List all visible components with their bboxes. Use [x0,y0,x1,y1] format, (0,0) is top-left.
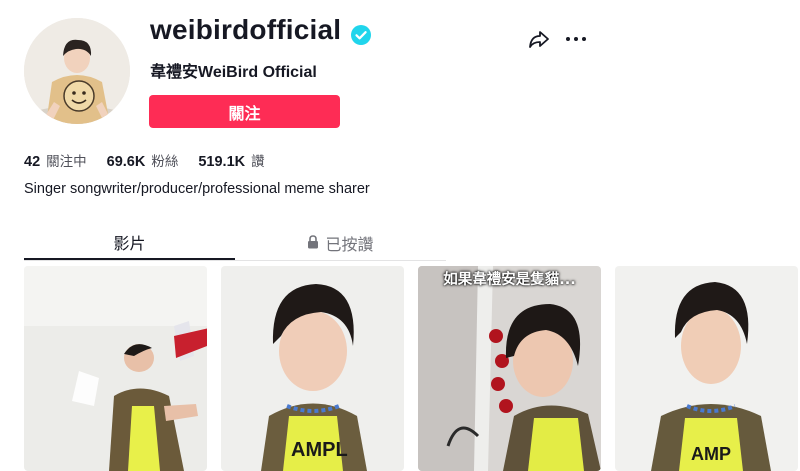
likes-stat: 519.1K 讚 [198,150,264,170]
svg-text:AMP: AMP [691,444,731,464]
profile-nickname: 韋禮安WeiBird Official [150,64,317,81]
video-caption: 如果韋禮安是隻貓... [443,272,576,288]
video-thumbnail[interactable]: AMP [615,266,798,471]
following-label: 關注中 [46,154,87,170]
tab-videos[interactable]: 影片 [24,226,235,260]
avatar-image [24,18,130,124]
followers-label: 粉絲 [151,154,179,170]
svg-text:AMPL: AMPL [291,439,348,461]
video-thumbnail-image: AMP [615,266,798,471]
video-thumbnail[interactable] [24,266,207,471]
likes-count: 519.1K [198,154,246,170]
profile-avatar[interactable] [24,18,130,124]
profile-bio: Singer songwriter/producer/professional … [24,181,370,197]
followers-stat[interactable]: 69.6K 粉絲 [107,150,179,170]
followers-count: 69.6K [106,154,146,170]
username-text: weibirdofficial [150,14,342,45]
video-grid: AMPL 如果韋禮安是隻貓... AMP [24,266,798,471]
tab-liked[interactable]: 已按讚 [235,226,446,260]
share-arrow-icon[interactable] [528,28,550,50]
lock-icon [307,234,319,253]
verified-check-icon [351,20,372,45]
profile-username: weibirdofficial [150,14,372,46]
tab-videos-label: 影片 [113,234,146,253]
video-thumbnail-image [24,266,207,471]
video-thumbnail-image: AMPL [221,266,404,471]
video-thumbnail[interactable]: AMPL [221,266,404,471]
profile-stats: 42 關注中 69.6K 粉絲 519.1K 讚 [24,150,265,170]
tab-liked-label: 已按讚 [325,235,374,254]
follow-button[interactable]: 關注 [149,95,340,128]
following-stat[interactable]: 42 關注中 [24,150,87,170]
more-dots-icon[interactable] [564,28,588,50]
video-thumbnail-image [418,266,601,471]
profile-tabs: 影片 已按讚 [24,226,446,261]
likes-label: 讚 [251,154,265,170]
following-count: 42 [24,154,41,170]
video-thumbnail[interactable]: 如果韋禮安是隻貓... [418,266,601,471]
